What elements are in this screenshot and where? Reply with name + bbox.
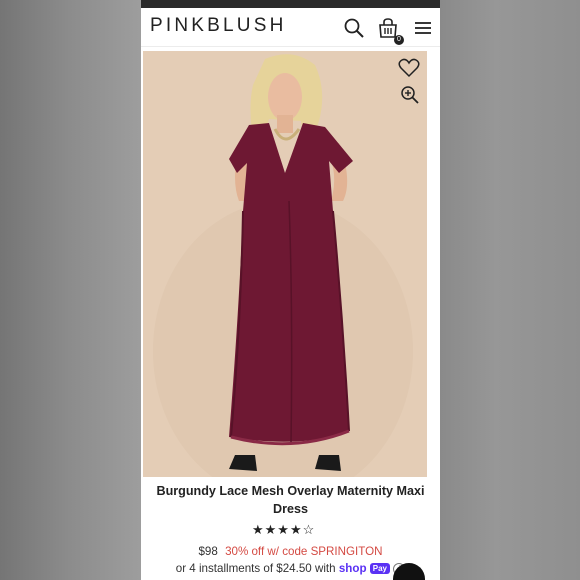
rating-stars[interactable]: ★★★★☆ xyxy=(252,522,315,538)
search-icon[interactable] xyxy=(343,17,365,39)
installments-text: or 4 installments of $24.50 with xyxy=(175,562,336,575)
pay-chip: Pay xyxy=(369,563,390,574)
site-header: PINKBLUSH 0 xyxy=(141,8,440,47)
brand-logo[interactable]: PINKBLUSH xyxy=(150,15,287,37)
background-right xyxy=(440,0,580,580)
product-image[interactable] xyxy=(143,51,427,477)
hamburger-menu-icon[interactable] xyxy=(412,17,434,39)
heart-icon[interactable] xyxy=(398,58,420,78)
product-page: PINKBLUSH 0 Burgundy Lace Mesh Overlay M… xyxy=(141,0,440,580)
product-price: $98 xyxy=(198,545,218,558)
shop-brand-text: shop xyxy=(338,562,367,575)
cart-count-badge: 0 xyxy=(394,35,404,45)
zoom-in-icon[interactable] xyxy=(400,85,420,105)
shop-pay-logo: shop Pay xyxy=(339,562,390,575)
product-title: Burgundy Lace Mesh Overlay Maternity Max… xyxy=(156,484,425,516)
promo-code-text: 30% off w/ code SPRINGITON xyxy=(225,545,383,558)
status-bar xyxy=(141,0,440,8)
price-line: $98 30% off w/ code SPRINGITON xyxy=(141,545,440,558)
